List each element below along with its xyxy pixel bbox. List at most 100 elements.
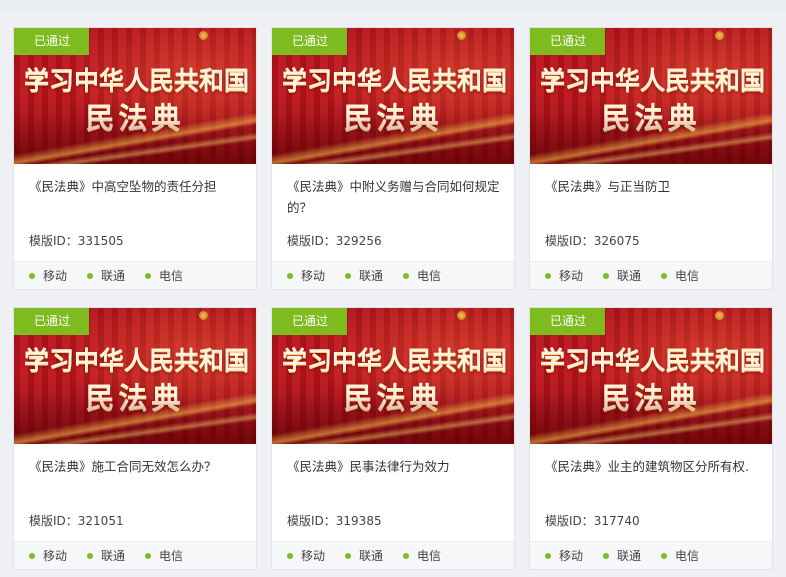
carrier-mobile: 移动 [545, 547, 583, 564]
emblem-icon [715, 311, 724, 320]
banner-glow [272, 394, 514, 444]
template-id: 模版ID：321051 [29, 512, 124, 529]
template-card[interactable]: 学习中华人民共和国 民法典 已通过 《民法典》中高空坠物的责任分担 模版ID：3… [13, 27, 257, 290]
carrier-unicom: 联通 [603, 547, 641, 564]
card-title[interactable]: 《民法典》中高空坠物的责任分担 [29, 176, 243, 197]
carrier-dot-icon [545, 552, 551, 559]
template-id: 模版ID：326075 [545, 232, 640, 249]
carrier-unicom: 联通 [345, 267, 383, 284]
template-card[interactable]: 学习中华人民共和国 民法典 已通过 《民法典》与正当防卫 模版ID：326075… [529, 27, 773, 290]
emblem-icon [457, 311, 466, 320]
carrier-dot-icon [345, 552, 352, 559]
template-id-label: 模版ID： [545, 234, 594, 248]
carrier-list: 移动 联通 电信 [272, 261, 514, 289]
template-card[interactable]: 学习中华人民共和国 民法典 已通过 《民法典》施工合同无效怎么办？ 模版ID：3… [13, 307, 257, 570]
banner-glow [530, 114, 772, 164]
carrier-label: 联通 [359, 269, 384, 283]
carrier-dot-icon [29, 552, 35, 559]
template-card[interactable]: 学习中华人民共和国 民法典 已通过 《民法典》业主的建筑物区分所有权. 模版ID… [529, 307, 773, 570]
emblem-icon [199, 31, 208, 40]
banner-glow [14, 114, 256, 164]
status-badge: 已通过 [272, 28, 347, 55]
carrier-label: 移动 [43, 549, 68, 563]
card-title[interactable]: 《民法典》中附义务赠与合同如何规定的？ [287, 176, 501, 218]
banner-glow [530, 394, 772, 444]
template-id-value: 326075 [593, 234, 640, 248]
status-badge: 已通过 [14, 308, 89, 335]
carrier-dot-icon [661, 552, 668, 559]
carrier-label: 联通 [617, 269, 642, 283]
carrier-telecom: 电信 [661, 267, 699, 284]
carrier-dot-icon [661, 272, 668, 279]
carrier-label: 联通 [359, 549, 384, 563]
carrier-label: 电信 [675, 269, 700, 283]
template-id: 模版ID：331505 [29, 232, 124, 249]
card-title[interactable]: 《民法典》业主的建筑物区分所有权. [545, 456, 759, 477]
carrier-dot-icon [287, 552, 293, 559]
carrier-label: 移动 [301, 549, 326, 563]
top-strip [0, 0, 786, 12]
template-card[interactable]: 学习中华人民共和国 民法典 已通过 《民法典》民事法律行为效力 模版ID：319… [271, 307, 515, 570]
carrier-telecom: 电信 [403, 547, 441, 564]
carrier-list: 移动 联通 电信 [14, 261, 256, 289]
carrier-label: 电信 [417, 549, 442, 563]
carrier-mobile: 移动 [29, 267, 67, 284]
carrier-dot-icon [545, 272, 551, 279]
status-badge: 已通过 [530, 28, 605, 55]
template-id-value: 317740 [593, 514, 640, 528]
carrier-label: 联通 [101, 269, 126, 283]
carrier-unicom: 联通 [603, 267, 641, 284]
carrier-label: 移动 [43, 269, 68, 283]
banner-text-line1: 学习中华人民共和国 [24, 346, 250, 375]
banner-glow [272, 114, 514, 164]
carrier-label: 移动 [559, 549, 584, 563]
emblem-icon [199, 311, 208, 320]
carrier-label: 联通 [617, 549, 642, 563]
carrier-mobile: 移动 [29, 547, 67, 564]
carrier-label: 电信 [159, 269, 184, 283]
template-id-value: 319385 [335, 514, 382, 528]
template-id-label: 模版ID： [29, 234, 78, 248]
carrier-label: 移动 [301, 269, 326, 283]
carrier-dot-icon [29, 272, 35, 279]
carrier-label: 电信 [417, 269, 442, 283]
carrier-telecom: 电信 [145, 267, 183, 284]
carrier-dot-icon [345, 272, 352, 279]
template-id: 模版ID：329256 [287, 232, 382, 249]
carrier-unicom: 联通 [87, 547, 125, 564]
status-badge: 已通过 [530, 308, 605, 335]
template-card[interactable]: 学习中华人民共和国 民法典 已通过 《民法典》中附义务赠与合同如何规定的？ 模版… [271, 27, 515, 290]
template-id-value: 331505 [77, 234, 124, 248]
emblem-icon [457, 31, 466, 40]
template-id-value: 321051 [77, 514, 124, 528]
template-grid: 学习中华人民共和国 民法典 已通过 《民法典》中高空坠物的责任分担 模版ID：3… [13, 27, 773, 570]
carrier-unicom: 联通 [345, 547, 383, 564]
banner-text-line1: 学习中华人民共和国 [540, 346, 766, 375]
banner-text-line1: 学习中华人民共和国 [282, 346, 508, 375]
carrier-telecom: 电信 [145, 547, 183, 564]
carrier-dot-icon [87, 552, 94, 559]
carrier-list: 移动 联通 电信 [530, 541, 772, 569]
status-badge: 已通过 [272, 308, 347, 335]
carrier-dot-icon [603, 552, 610, 559]
carrier-dot-icon [603, 272, 610, 279]
carrier-label: 电信 [159, 549, 184, 563]
card-title[interactable]: 《民法典》与正当防卫 [545, 176, 759, 197]
carrier-label: 电信 [675, 549, 700, 563]
carrier-telecom: 电信 [403, 267, 441, 284]
template-id-label: 模版ID： [545, 514, 594, 528]
carrier-list: 移动 联通 电信 [530, 261, 772, 289]
card-title[interactable]: 《民法典》民事法律行为效力 [287, 456, 501, 477]
banner-text-line1: 学习中华人民共和国 [540, 66, 766, 95]
card-title[interactable]: 《民法典》施工合同无效怎么办？ [29, 456, 243, 477]
carrier-list: 移动 联通 电信 [14, 541, 256, 569]
template-id: 模版ID：317740 [545, 512, 640, 529]
status-badge: 已通过 [14, 28, 89, 55]
carrier-list: 移动 联通 电信 [272, 541, 514, 569]
template-id-label: 模版ID： [29, 514, 78, 528]
carrier-label: 联通 [101, 549, 126, 563]
carrier-dot-icon [287, 272, 293, 279]
carrier-mobile: 移动 [287, 267, 325, 284]
template-id-label: 模版ID： [287, 514, 336, 528]
template-id-label: 模版ID： [287, 234, 336, 248]
